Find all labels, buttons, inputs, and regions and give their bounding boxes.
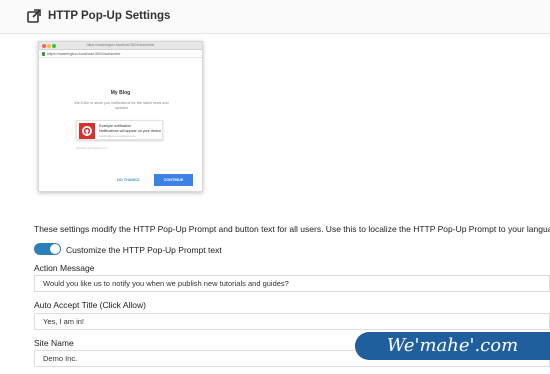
watermark-logo: We'mahe'.com	[355, 332, 550, 360]
preview-titlebar: https://washington.localhost:3001/subscr…	[39, 42, 202, 50]
external-link-icon	[27, 9, 41, 23]
preview-no-thanks: NO THANKS	[117, 178, 140, 182]
customize-text-toggle[interactable]	[34, 243, 61, 255]
preview-urlbar: https://washington.localhost:3001/subscr…	[39, 50, 202, 58]
preview-card-line1: Example notification	[99, 124, 132, 128]
panel-header: HTTP Pop-Up Settings	[0, 0, 550, 34]
settings-panel: HTTP Pop-Up Settings https://washington.…	[0, 0, 550, 374]
preview-url: https://washington.localhost:3001/subscr…	[47, 51, 121, 56]
auto-accept-title-input[interactable]	[34, 313, 550, 330]
settings-description: These settings modify the HTTP Pop-Up Pr…	[34, 224, 550, 234]
site-name-label: Site Name	[34, 338, 74, 348]
preview-card-line3: washington.onesignal.com	[99, 134, 136, 138]
auto-accept-title-label: Auto Accept Title (Click Allow)	[34, 300, 146, 310]
preview-window-title: https://washington.localhost:3001/subscr…	[86, 43, 155, 47]
prompt-preview-image: https://washington.localhost:3001/subscr…	[38, 41, 203, 192]
preview-subdomain: yoursite.onesignal.com	[76, 146, 108, 150]
preview-message: We'd like to show you notifications for …	[74, 101, 169, 111]
notification-bell-icon	[79, 123, 95, 139]
preview-continue: CONTINUE	[154, 174, 193, 186]
toggle-knob	[50, 244, 60, 254]
preview-blog-title: My Blog	[110, 90, 131, 96]
panel-title: HTTP Pop-Up Settings	[48, 10, 171, 22]
lock-icon	[42, 52, 45, 56]
preview-notification-card: Example notification Notifications will …	[76, 120, 163, 140]
customize-text-label: Customize the HTTP Pop-Up Prompt text	[66, 245, 222, 255]
action-message-input[interactable]	[34, 275, 550, 292]
preview-card-line2: Notifications will appear on your device	[99, 129, 162, 133]
action-message-label: Action Message	[34, 263, 95, 273]
